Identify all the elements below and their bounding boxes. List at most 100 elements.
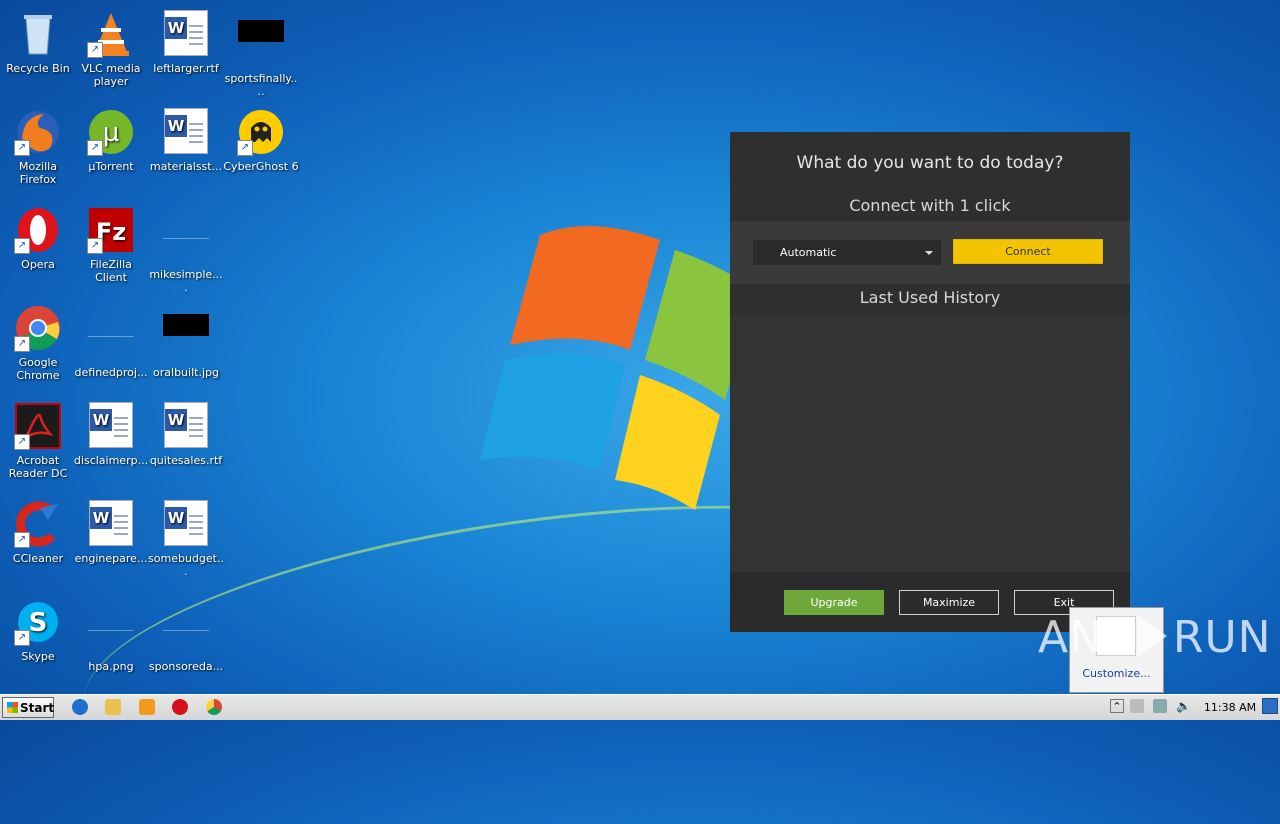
play-icon [1136, 614, 1167, 658]
windows-logo-icon [7, 702, 18, 713]
ccleaner-icon: ↗ [14, 500, 62, 548]
watermark-left: ANY [1038, 612, 1131, 663]
word-document-icon: W [87, 500, 135, 548]
windows-logo-wallpaper [480, 226, 755, 510]
internet-explorer-icon[interactable] [72, 699, 88, 715]
word-document-icon: W [162, 10, 210, 58]
chevron-down-icon [925, 251, 933, 255]
desktop-icon-label: disclaimerp... [73, 454, 149, 467]
desktop-icon-utorrent[interactable]: µ ↗ µTorrent [73, 106, 149, 173]
server-select[interactable]: Automatic [753, 240, 941, 265]
desktop-icon-label: quitesales.rtf [149, 454, 223, 467]
desktop-icon-ccleaner[interactable]: ↗ CCleaner [0, 498, 76, 565]
desktop-icon-quitesales[interactable]: W quitesales.rtf [148, 400, 224, 467]
vlc-icon: ↗ [87, 10, 135, 58]
tray-expand-icon[interactable]: ⌃ [1110, 699, 1124, 713]
desktop-icon-oralbuilt[interactable]: oralbuilt.jpg [148, 302, 224, 379]
desktop-icon-label: mikesimple.... [149, 268, 223, 294]
desktop-icon-sponsoreda[interactable]: sponsoreda... [148, 596, 224, 673]
desktop-icon-label: leftlarger.rtf [153, 62, 219, 75]
desktop-icon-label: sponsoreda... [148, 660, 224, 673]
desktop-icon-sportsfinally[interactable]: sportsfinally.... [223, 8, 299, 98]
server-select-value: Automatic [780, 246, 837, 259]
network-icon[interactable] [1153, 699, 1167, 713]
firefox-icon: ↗ [14, 108, 62, 156]
shortcut-arrow-icon: ↗ [237, 140, 253, 156]
desktop-icon-label: CyberGhost 6 [223, 160, 299, 173]
taskbar-clock[interactable]: 11:38 AM [1200, 695, 1260, 720]
start-button[interactable]: Start [2, 697, 54, 718]
desktop-icon-label: Mozilla Firefox [19, 160, 57, 186]
shortcut-arrow-icon: ↗ [87, 238, 103, 254]
explorer-folder-icon[interactable] [105, 699, 121, 715]
connect-row: Automatic Connect [730, 221, 1130, 284]
shortcut-arrow-icon: ↗ [14, 336, 30, 352]
chrome-icon: ↗ [14, 304, 62, 352]
chrome-icon[interactable] [206, 699, 222, 715]
desktop-icon-cyberghost[interactable]: ↗ CyberGhost 6 [223, 106, 299, 173]
desktop-icon-definedproj[interactable]: definedproj... [73, 302, 149, 379]
acrobat-icon: ↗ [14, 402, 62, 450]
desktop-icon-mikesimple[interactable]: mikesimple.... [148, 204, 224, 294]
history-list [730, 314, 1130, 572]
skype-icon: S ↗ [14, 598, 62, 646]
volume-icon[interactable]: 🔈 [1176, 699, 1191, 713]
media-player-icon[interactable] [139, 699, 155, 715]
word-document-icon: W [162, 108, 210, 156]
image-file-icon [162, 314, 210, 362]
desktop-icon-label: CCleaner [12, 552, 64, 565]
desktop-icon-opera[interactable]: ↗ Opera [0, 204, 76, 271]
shortcut-arrow-icon: ↗ [14, 140, 30, 156]
desktop-icon-skype[interactable]: S ↗ Skype [0, 596, 76, 663]
word-document-icon: W [87, 402, 135, 450]
desktop-icon-label: Acrobat Reader DC [8, 454, 68, 480]
desktop-icon-chrome[interactable]: ↗ Google Chrome [0, 302, 76, 382]
desktop-icon-recycle-bin[interactable]: Recycle Bin [0, 8, 76, 75]
desktop-icon-label: enginepare... [74, 552, 148, 565]
connect-heading: Connect with 1 click [730, 190, 1130, 221]
shortcut-arrow-icon: ↗ [14, 630, 30, 646]
desktop-icon-label: sportsfinally.... [224, 72, 298, 98]
filezilla-icon: Fz ↗ [87, 206, 135, 254]
desktop-icon-firefox[interactable]: ↗ Mozilla Firefox [0, 106, 76, 186]
blank-file-icon [162, 608, 210, 656]
desktop-icon-vlc[interactable]: ↗ VLC media player [73, 8, 149, 88]
desktop-icon-somebudget[interactable]: W somebudget... [148, 498, 224, 578]
cyberghost-icon: ↗ [237, 108, 285, 156]
maximize-button[interactable]: Maximize [899, 590, 999, 615]
svg-text:µ: µ [103, 118, 120, 148]
desktop-icon-disclaimerp[interactable]: W disclaimerp... [73, 400, 149, 467]
utorrent-icon: µ ↗ [87, 108, 135, 156]
desktop-icon-enginepare[interactable]: W enginepare... [73, 498, 149, 565]
opera-icon: ↗ [14, 206, 62, 254]
cyberghost-window: What do you want to do today? Connect wi… [730, 132, 1130, 632]
desktop-icon-label: hpa.png [88, 660, 134, 673]
desktop-icon-filezilla[interactable]: Fz ↗ FileZilla Client [73, 204, 149, 284]
desktop-icon-label: oralbuilt.jpg [153, 366, 219, 379]
anyrun-watermark: ANY RUN [1038, 612, 1272, 663]
shortcut-arrow-icon: ↗ [14, 532, 30, 548]
image-file-icon [237, 20, 285, 68]
show-desktop-button[interactable] [1262, 698, 1278, 714]
word-document-icon: W [162, 500, 210, 548]
desktop-icon-label: Google Chrome [16, 356, 60, 382]
desktop-icon-label: Opera [21, 258, 55, 271]
opera-icon[interactable] [172, 699, 188, 715]
desktop-icon-label: µTorrent [88, 160, 134, 173]
desktop-icon-hpa[interactable]: hpa.png [73, 596, 149, 673]
shortcut-arrow-icon: ↗ [87, 42, 103, 58]
action-center-icon[interactable] [1130, 699, 1144, 713]
customize-link[interactable]: Customize... [1070, 667, 1163, 680]
desktop-icon-acrobat[interactable]: ↗ Acrobat Reader DC [0, 400, 76, 480]
blank-file-icon [162, 216, 210, 264]
upgrade-button[interactable]: Upgrade [784, 590, 884, 615]
blank-file-icon [87, 608, 135, 656]
desktop-icon-label: FileZilla Client [90, 258, 132, 284]
desktop-icon-leftlarger[interactable]: W leftlarger.rtf [148, 8, 224, 75]
desktop-icon-materialsst[interactable]: W materialsst... [148, 106, 224, 173]
start-label: Start [20, 701, 55, 715]
shortcut-arrow-icon: ↗ [14, 434, 30, 450]
shortcut-arrow-icon: ↗ [14, 238, 30, 254]
connect-button[interactable]: Connect [953, 239, 1103, 264]
watermark-right: RUN [1172, 612, 1272, 663]
